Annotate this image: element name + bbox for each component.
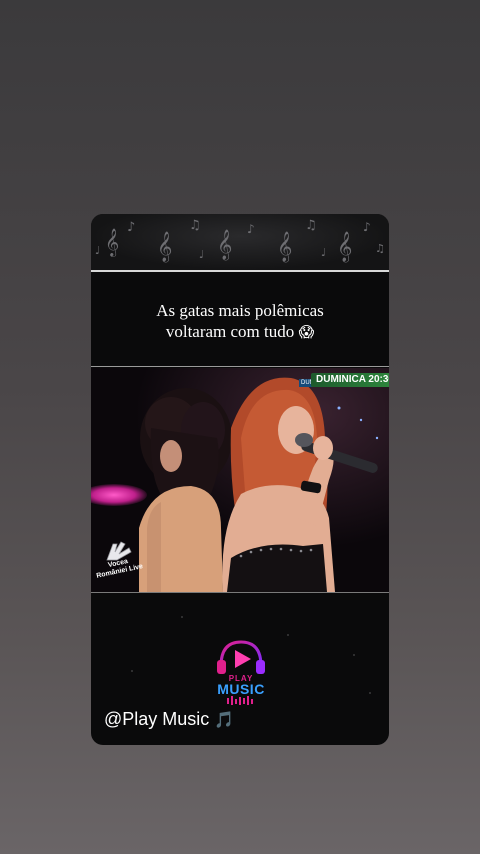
music-note-icon: ♪	[363, 220, 371, 234]
shocked-face-emoji: 😱	[298, 323, 315, 341]
treble-clef-icon: 𝄞	[157, 232, 173, 262]
music-note-icon: ♪	[127, 220, 136, 235]
music-note-icon: ♩	[95, 244, 101, 257]
music-note-icon: ♫	[189, 218, 201, 233]
sparkle	[181, 616, 183, 618]
treble-clef-icon: 𝄞	[105, 228, 120, 256]
music-note-icon: ♩	[199, 248, 205, 261]
sparkle	[131, 670, 133, 672]
play-music-logo[interactable]: PLAY MUSIC	[213, 636, 269, 708]
video-frame[interactable]: DUM DUMINICA 20:30 Vocea României Live	[91, 368, 389, 592]
treble-clef-icon: 𝄞	[277, 232, 293, 262]
sparkle	[369, 692, 371, 694]
story-card[interactable]: 𝄞 𝄞 𝄞 𝄞 𝄞 ♪ ♫ ♪ ♫ ♪ ♩ ♩ ♩ ♫ As gatas mai…	[91, 214, 389, 745]
music-note-icon: ♩	[321, 246, 327, 259]
video-top-divider	[91, 366, 389, 367]
music-note-icon: ♫	[375, 242, 385, 255]
music-notes-banner: 𝄞 𝄞 𝄞 𝄞 𝄞 ♪ ♫ ♪ ♫ ♪ ♩ ♩ ♩ ♫	[91, 214, 389, 270]
sparkle	[287, 634, 289, 636]
video-bottom-divider	[91, 592, 389, 593]
handle-text: @Play Music	[104, 709, 210, 729]
treble-clef-icon: 𝄞	[337, 232, 353, 262]
channel-badge: DUMINICA 20:30	[311, 373, 389, 387]
caption-line-2-text: voltaram com tudo	[165, 322, 295, 341]
caption-line-2: voltaram com tudo 😱	[91, 321, 389, 343]
story-caption: As gatas mais polêmicas voltaram com tud…	[91, 300, 389, 343]
music-note-icon: ♫	[305, 218, 317, 233]
music-note-icon: ♪	[247, 222, 255, 236]
the-voice-logo-text: Vocea României Live	[95, 558, 144, 580]
top-divider	[91, 270, 389, 272]
account-handle[interactable]: @Play Music 🎵	[104, 708, 234, 731]
treble-clef-icon: 𝄞	[217, 230, 233, 260]
music-note-emoji: 🎵	[214, 710, 235, 729]
sparkle	[353, 654, 355, 656]
the-voice-logo: Vocea României Live	[93, 538, 144, 584]
caption-line-1: As gatas mais polêmicas	[156, 301, 324, 320]
equalizer-bars	[227, 696, 253, 705]
headphones-play-icon	[217, 640, 265, 674]
logo-text-music: MUSIC	[217, 681, 265, 697]
